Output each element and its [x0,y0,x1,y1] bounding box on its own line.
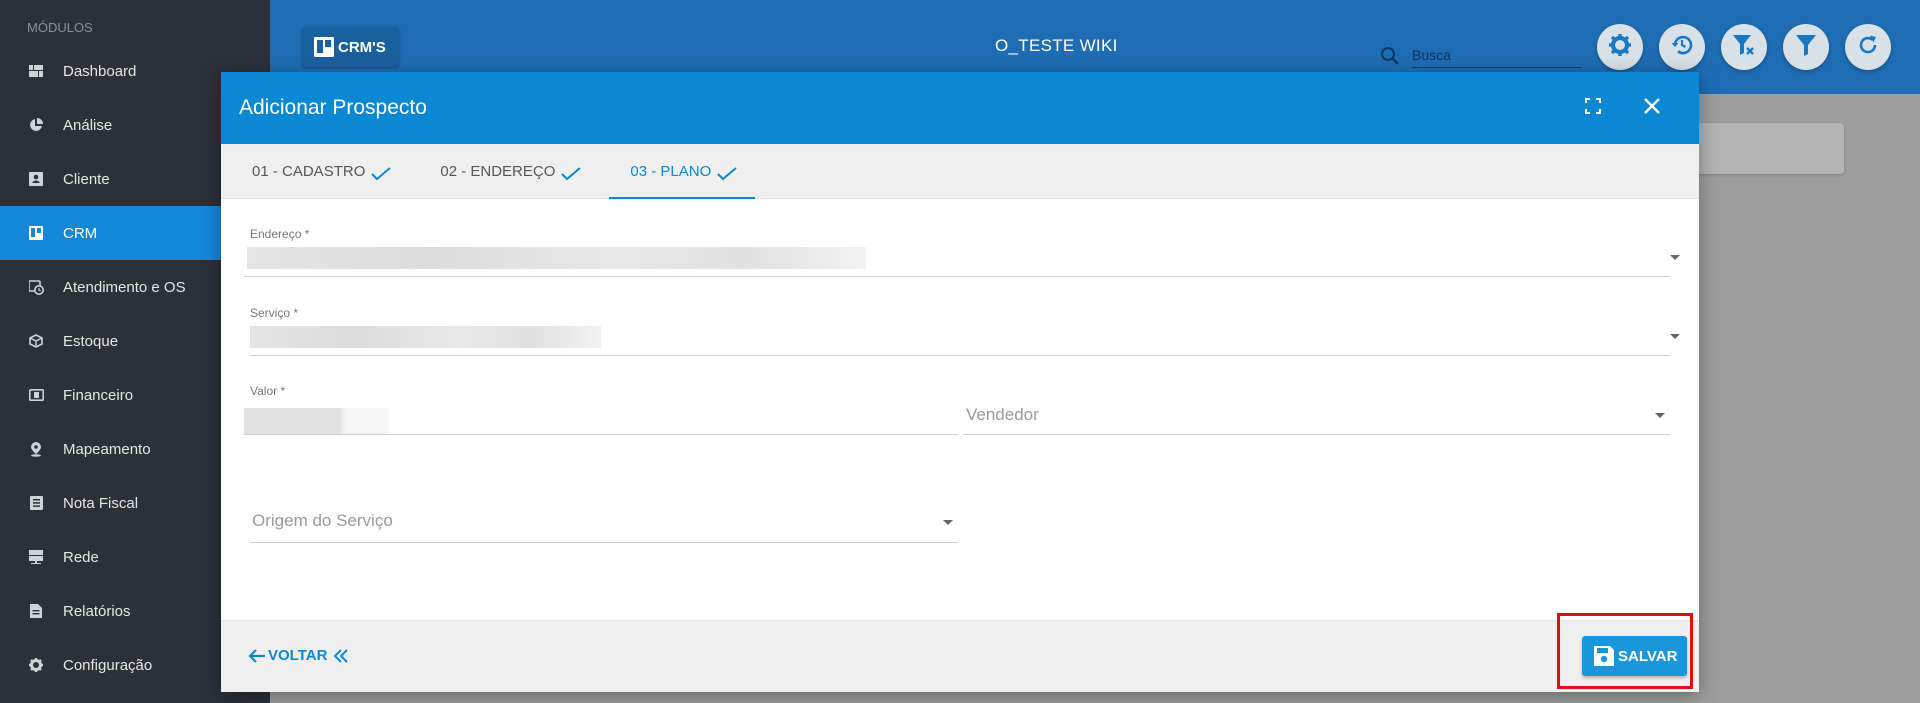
tab-cadastro[interactable]: 01 - CADASTRO [231,144,409,199]
arrow-left-icon [248,648,266,664]
crms-label: CRM'S [338,38,386,56]
servico-label: Serviço * [250,306,299,320]
sidebar-item-label: Atendimento e OS [63,278,186,296]
history-button[interactable] [1659,24,1705,70]
list-doc-icon [27,494,45,512]
sidebar-item-label: Relatórios [63,602,131,620]
trello-board-icon [27,224,45,242]
save-button[interactable]: SALVAR [1582,636,1688,676]
trello-board-icon [314,37,334,57]
sidebar-item-label: Dashboard [63,62,137,80]
field-underline [963,434,1670,435]
close-button[interactable] [1639,95,1665,121]
crms-button[interactable]: CRM'S [302,27,399,67]
dashboard-icon [27,62,45,80]
endereco-label: Endereço * [250,227,310,241]
step-tabs: 01 - CADASTRO 02 - ENDEREÇO 03 - PLANO [221,144,1699,199]
fullscreen-icon [1585,97,1601,119]
field-underline [250,355,1670,356]
back-button[interactable]: VOLTAR [248,647,349,664]
tab-label: 01 - CADASTRO [252,163,366,180]
sidebar-heading: MÓDULOS [27,20,93,35]
tab-label: 02 - ENDEREÇO [440,163,556,180]
vendedor-placeholder: Vendedor [966,405,1039,424]
tab-label: 03 - PLANO [630,163,712,180]
pie-chart-icon [27,116,45,134]
valor-input[interactable]: Valor * [244,384,958,435]
valor-label: Valor * [250,384,286,398]
search-bar [1380,44,1582,68]
sidebar-item-label: CRM [63,224,98,242]
floppy-disk-icon [1593,645,1615,667]
save-label: SALVAR [1618,647,1678,665]
close-icon [1643,97,1661,120]
tab-plano[interactable]: 03 - PLANO [609,144,756,199]
server-icon [27,548,45,566]
sidebar-item-label: Cliente [63,170,110,188]
search-input[interactable] [1412,44,1582,68]
box-icon [27,332,45,350]
fullscreen-button[interactable] [1580,95,1606,121]
clear-filter-button[interactable] [1721,24,1767,70]
calendar-clock-icon [27,278,45,296]
gear-icon [27,656,45,674]
refresh-button[interactable] [1845,24,1891,70]
modal-title: Adicionar Prospecto [239,96,427,119]
valor-value [244,408,389,434]
modal-footer: VOLTAR SALVAR [221,613,1699,692]
search-icon[interactable] [1380,46,1400,66]
settings-icon [1608,33,1632,62]
check-icon [717,166,737,181]
history-icon [1670,33,1694,62]
sidebar-item-label: Mapeamento [63,440,151,458]
chevron-double-left-icon [333,648,349,663]
back-label: VOLTAR [268,647,328,664]
servico-select[interactable]: Serviço * [250,306,1680,356]
report-icon [27,602,45,620]
check-icon [561,166,582,181]
sidebar-item-label: Configuração [63,656,153,674]
refresh-icon [1856,33,1880,62]
contact-card-icon [27,170,45,188]
sidebar-item-label: Estoque [63,332,119,350]
sidebar-item-label: Análise [63,116,113,134]
origem-servico-select[interactable]: Origem do Serviço [250,511,958,543]
add-prospect-modal: Adicionar Prospecto 01 - CADASTRO 02 - E… [221,72,1699,692]
money-icon [27,386,45,404]
check-icon [371,166,392,181]
dropdown-arrow-icon [943,520,953,525]
field-underline [250,542,958,543]
vendedor-select[interactable]: Vendedor [963,405,1670,435]
dropdown-arrow-icon [1670,255,1680,260]
endereco-value [247,247,866,269]
servico-value [250,326,601,348]
filter-icon [1794,33,1818,62]
field-underline [244,276,1670,277]
endereco-select[interactable]: Endereço * [244,227,1680,277]
filter-button[interactable] [1783,24,1829,70]
origem-placeholder: Origem do Serviço [252,511,393,530]
modal-header: Adicionar Prospecto [221,72,1699,144]
settings-button[interactable] [1597,24,1643,70]
dropdown-arrow-icon [1670,334,1680,339]
tab-endereco[interactable]: 02 - ENDEREÇO [419,144,599,199]
sidebar-item-label: Nota Fiscal [63,494,139,512]
sidebar-item-label: Financeiro [63,386,134,404]
map-pin-icon [27,440,45,458]
sidebar-item-label: Rede [63,548,99,566]
filter-clear-icon [1731,33,1757,62]
field-underline [244,434,958,435]
app-title: O_TESTE WIKI [995,36,1118,55]
dropdown-arrow-icon [1655,413,1665,418]
